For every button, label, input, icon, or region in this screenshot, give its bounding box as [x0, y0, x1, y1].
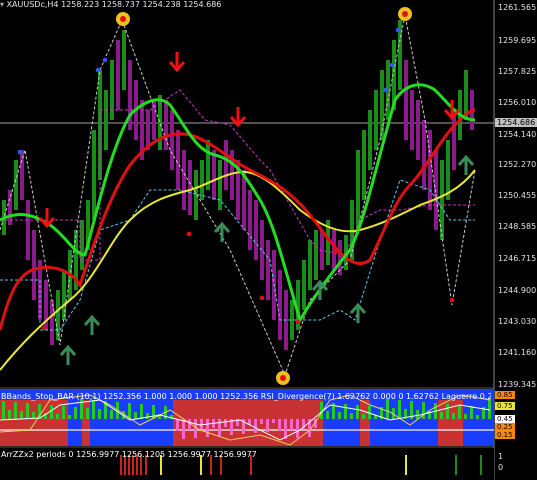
- green-up-arrow-icon: [349, 302, 367, 323]
- green-up-arrow-icon: [213, 221, 231, 242]
- yellow-circle-marker-icon: [398, 7, 412, 21]
- price-chart[interactable]: [0, 0, 537, 480]
- price-bar: [26, 200, 30, 260]
- indicator1-level-label: 0.25: [495, 423, 515, 431]
- green-up-arrow-icon: [59, 344, 77, 365]
- current-price-label: 1254.686: [495, 118, 537, 127]
- price-axis-label: 1246.715: [498, 254, 537, 263]
- price-bar: [278, 270, 282, 340]
- price-bar: [266, 240, 270, 300]
- price-bar: [260, 220, 264, 280]
- signal-dot: [449, 297, 455, 303]
- price-bar: [404, 60, 408, 140]
- green-up-arrow-icon: [457, 154, 475, 175]
- price-bar: [422, 120, 426, 190]
- price-axis-label: 1257.825: [498, 67, 537, 76]
- price-bar: [110, 60, 114, 120]
- price-bar: [92, 130, 96, 220]
- price-axis-label: 1241.160: [498, 348, 537, 357]
- price-axis-label: 1261.565: [498, 3, 537, 12]
- price-bar: [122, 30, 126, 90]
- price-axis-label: 1243.030: [498, 317, 537, 326]
- price-axis-label: 1256.010: [498, 98, 537, 107]
- yellow-circle-marker-icon: [276, 371, 290, 385]
- price-axis-label: 1259.695: [498, 36, 537, 45]
- signal-dot: [389, 62, 395, 68]
- price-bar: [314, 230, 318, 280]
- signal-dot: [95, 67, 101, 73]
- price-bar: [224, 140, 228, 190]
- price-bar: [116, 40, 120, 110]
- price-bar: [50, 300, 54, 345]
- price-bar: [14, 160, 18, 210]
- price-bar: [434, 150, 438, 230]
- price-axis-label: 1239.345: [498, 380, 537, 389]
- green-up-arrow-icon: [83, 314, 101, 335]
- signal-dot: [295, 319, 301, 325]
- price-bar: [212, 150, 216, 200]
- price-bar: [362, 130, 366, 200]
- yellow-circle-marker-icon: [116, 12, 130, 26]
- signal-dot: [17, 149, 23, 155]
- candle-bars: [2, 20, 474, 350]
- price-axis-label: 1254.140: [498, 130, 537, 139]
- price-bar: [32, 230, 36, 300]
- signal-dot: [186, 231, 192, 237]
- signal-dot: [382, 87, 388, 93]
- red-down-arrow-icon: [168, 52, 186, 73]
- price-bar: [176, 130, 180, 190]
- indicator2-level-label: 1: [498, 452, 504, 461]
- red-down-arrow-icon: [38, 208, 56, 229]
- indicator1-level-label: 0.85: [495, 391, 515, 399]
- price-axis-label: 1244.900: [498, 286, 537, 295]
- price-bar: [62, 270, 66, 320]
- price-axis-label: 1252.270: [498, 160, 537, 169]
- price-bar: [218, 160, 222, 210]
- price-bar: [374, 90, 378, 150]
- red-down-arrow-icon: [229, 107, 247, 128]
- chart-header: ▾ XAUUSDc,H4 1258.223 1258.737 1254.238 …: [0, 0, 221, 9]
- price-bar: [356, 150, 360, 230]
- price-bar: [200, 160, 204, 200]
- price-bar: [308, 240, 312, 290]
- price-axis-label: 1250.455: [498, 191, 537, 200]
- price-axis-label: 1248.585: [498, 222, 537, 231]
- price-bar: [182, 150, 186, 210]
- price-bar: [416, 100, 420, 160]
- signal-dot: [102, 57, 108, 63]
- signal-dot: [41, 325, 47, 331]
- price-bar: [410, 90, 414, 150]
- signal-dot: [395, 27, 401, 33]
- price-bar: [20, 150, 24, 200]
- indicator2-title: ArrZZx2 periods 0 1256.9977 1256.1205 12…: [1, 450, 257, 459]
- price-bar: [80, 220, 84, 270]
- price-bar: [302, 260, 306, 310]
- symbol-icon: ▾: [0, 0, 5, 9]
- price-bar: [56, 290, 60, 340]
- price-bar: [254, 200, 258, 260]
- price-bar: [104, 90, 108, 150]
- signal-dot: [332, 249, 338, 255]
- signal-dot: [259, 295, 265, 301]
- indicator1-level-label: 0.45: [495, 415, 515, 423]
- price-bar: [170, 110, 174, 170]
- symbol-timeframe: XAUUSDc,H4: [6, 0, 59, 9]
- price-bar: [440, 160, 444, 240]
- price-bar: [188, 160, 192, 215]
- price-bar: [368, 110, 372, 170]
- ohlc-values: 1258.223 1258.737 1254.238 1254.686: [61, 0, 222, 9]
- indicator1-level-label: 0.75: [495, 402, 515, 410]
- indicator2-level-label: 0: [498, 463, 504, 472]
- indicator1-level-label: 0.15: [495, 431, 515, 439]
- indicator1-title: BBands_Stop_BAR (10,1) 1252.356 1.000 1.…: [1, 392, 491, 401]
- price-bar: [446, 140, 450, 200]
- price-bar: [248, 190, 252, 250]
